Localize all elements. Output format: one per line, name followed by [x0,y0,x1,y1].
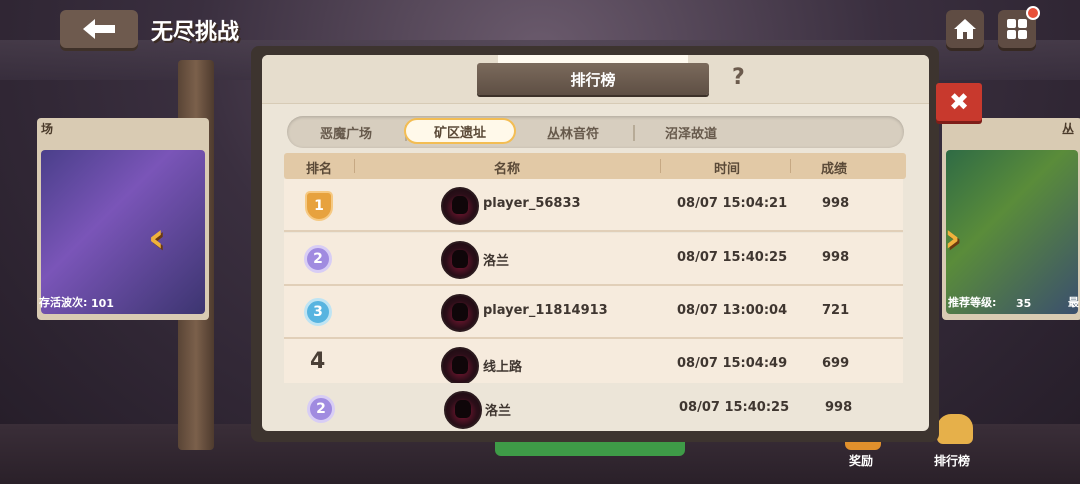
record-time: 08/07 13:00:04 [677,303,788,318]
start-button[interactable] [495,440,685,456]
page-title: 无尽挑战 [151,20,240,45]
home-icon [954,19,976,39]
level-label: 推荐等级: [948,296,997,309]
help-icon[interactable]: ? [732,65,745,90]
leaderboard-label[interactable]: 排行榜 [934,452,970,469]
table-header: 排名 名称 时间 成绩 [284,153,906,179]
stage-name: 场 [41,122,54,136]
level-value: 35 [1016,297,1032,310]
rank-badge-silver: 2 [304,245,332,273]
menu-grid-button[interactable] [998,6,1040,48]
stage-name: 丛 [1062,122,1075,136]
player-name: player_11814913 [483,303,608,318]
column-divider [354,159,355,173]
trophy-icon[interactable] [937,414,973,444]
col-rank: 排名 [306,162,333,177]
player-avatar [441,294,479,332]
stage-card-right[interactable]: 丛 推荐等级: 35 最 [942,118,1080,320]
player-avatar [441,347,479,385]
home-button[interactable] [946,10,984,48]
score: 998 [822,196,850,211]
player-avatar [441,241,479,279]
score: 699 [822,356,850,371]
column-divider [660,159,661,173]
player-name: 线上路 [483,360,523,375]
score: 998 [825,400,853,415]
rank-badge-bronze: 3 [304,298,332,326]
rank-badge-gold: 1 [305,191,333,221]
wave-label: 存活波次: [39,296,88,309]
rank-number: 4 [310,349,326,374]
tab-demon-square[interactable]: 恶魔广场 [292,119,400,145]
col-time: 时间 [714,162,741,177]
ribbon-decoration [498,55,688,63]
back-button[interactable] [60,10,138,48]
stage-map-thumbnail [41,150,205,314]
back-arrow-icon [83,19,115,39]
tab-swamp-road[interactable]: 沼泽故道 [637,119,745,145]
stage-tabs: 恶魔广场 矿区遗址 丛林音符 沼泽故道 [287,116,904,148]
score: 998 [822,250,850,265]
record-time: 08/07 15:40:25 [679,400,790,415]
close-button[interactable]: ✖ [936,83,982,121]
stage-map-thumbnail [946,150,1078,314]
col-score: 成绩 [821,162,848,177]
grid-icon [1007,19,1027,39]
dialog-title: 排行榜 [477,63,709,95]
tab-mine-ruins[interactable]: 矿区遗址 [404,118,516,144]
record-time: 08/07 15:40:25 [677,250,788,265]
record-time: 08/07 15:04:49 [677,356,788,371]
level-extra: 最 [1068,296,1079,309]
table-row[interactable]: 3 player_11814913 08/07 13:00:04 721 [284,286,903,339]
table-row[interactable]: 1 player_56833 08/07 15:04:21 998 [284,179,903,232]
notification-dot [1026,6,1040,20]
reward-label[interactable]: 奖励 [849,452,873,469]
rank-badge-silver: 2 [307,395,335,423]
player-avatar [441,187,479,225]
table-row[interactable]: 2 洛兰 08/07 15:40:25 998 [284,233,903,286]
next-stage-arrow[interactable]: › [944,215,960,261]
stage-card-left[interactable]: 场 存活波次: 101 [37,118,209,320]
col-name: 名称 [494,162,521,177]
tab-jungle-notes[interactable]: 丛林音符 [519,119,627,145]
score: 721 [822,303,850,318]
player-name: player_56833 [483,196,581,211]
player-avatar [444,391,482,429]
player-name: 洛兰 [485,404,512,419]
record-time: 08/07 15:04:21 [677,196,788,211]
my-rank-row[interactable]: 2 洛兰 08/07 15:40:25 998 [284,383,903,431]
tab-divider [633,125,635,141]
player-name: 洛兰 [483,254,510,269]
column-divider [790,159,791,173]
prev-stage-arrow[interactable]: ‹ [148,215,164,261]
wave-value: 101 [91,297,114,310]
leaderboard-dialog: 排行榜 ? 恶魔广场 矿区遗址 丛林音符 沼泽故道 排名 名称 时间 成绩 1 … [262,55,929,431]
